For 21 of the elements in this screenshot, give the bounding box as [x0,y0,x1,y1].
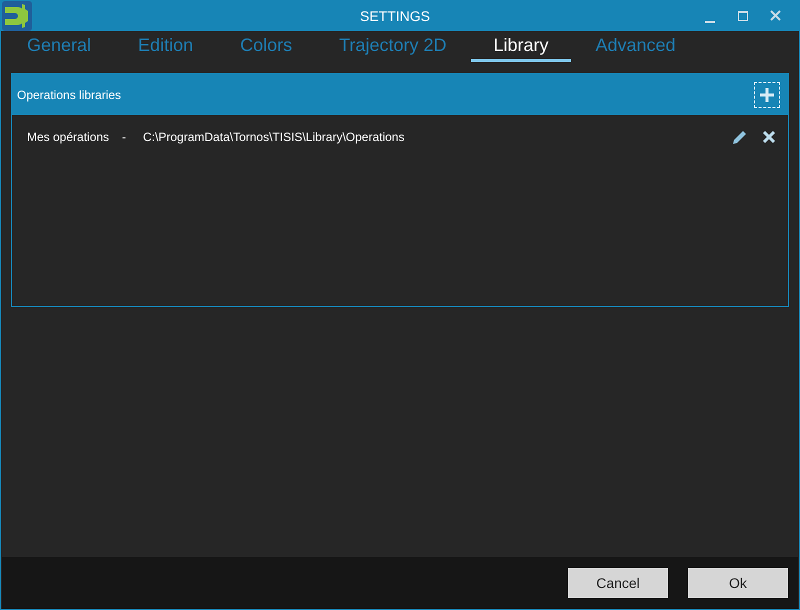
tab[interactable]: General [5,31,114,62]
dialog-button[interactable]: Ok [688,568,788,598]
maximize-icon [738,10,748,20]
pencil-icon [732,130,746,144]
app-logo-icon [2,0,32,30]
tab[interactable]: Library [471,31,570,62]
minimize-icon [704,20,714,22]
panel-title: Operations libraries [17,88,122,102]
plus-icon [760,88,774,102]
dialog-button[interactable]: Cancel [568,568,668,598]
window-title: SETTINGS [358,8,431,24]
close-icon [770,10,781,21]
tab[interactable]: Trajectory 2D [317,31,468,62]
close-icon [763,131,775,143]
separator-dash: - [122,130,126,144]
tab[interactable]: Edition [116,31,216,62]
tab[interactable]: Advanced [574,31,698,62]
library-path: C:\ProgramData\Tornos\TISIS\Library\Operations [143,130,404,144]
tab[interactable]: Colors [218,31,314,62]
library-name: Mes opérations [27,130,110,144]
add-button[interactable] [754,82,780,108]
